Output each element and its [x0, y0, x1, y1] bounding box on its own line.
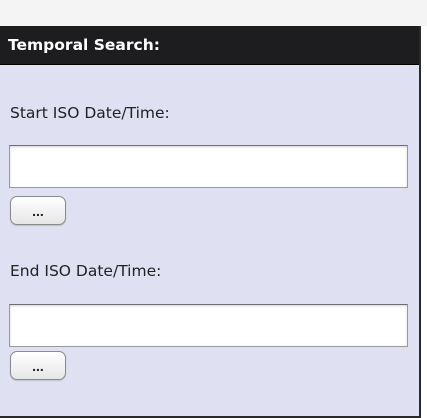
start-datetime-label: Start ISO Date/Time: — [10, 104, 170, 122]
start-datetime-input[interactable] — [9, 145, 408, 188]
top-strip — [0, 0, 427, 26]
end-datetime-label: End ISO Date/Time: — [10, 262, 162, 280]
end-datetime-picker-button[interactable]: ... — [10, 351, 66, 380]
panel-title: Temporal Search: — [0, 26, 419, 65]
temporal-search-panel: Temporal Search: Start ISO Date/Time: ..… — [0, 26, 421, 418]
start-datetime-picker-button[interactable]: ... — [10, 196, 66, 225]
end-datetime-input[interactable] — [9, 304, 408, 347]
